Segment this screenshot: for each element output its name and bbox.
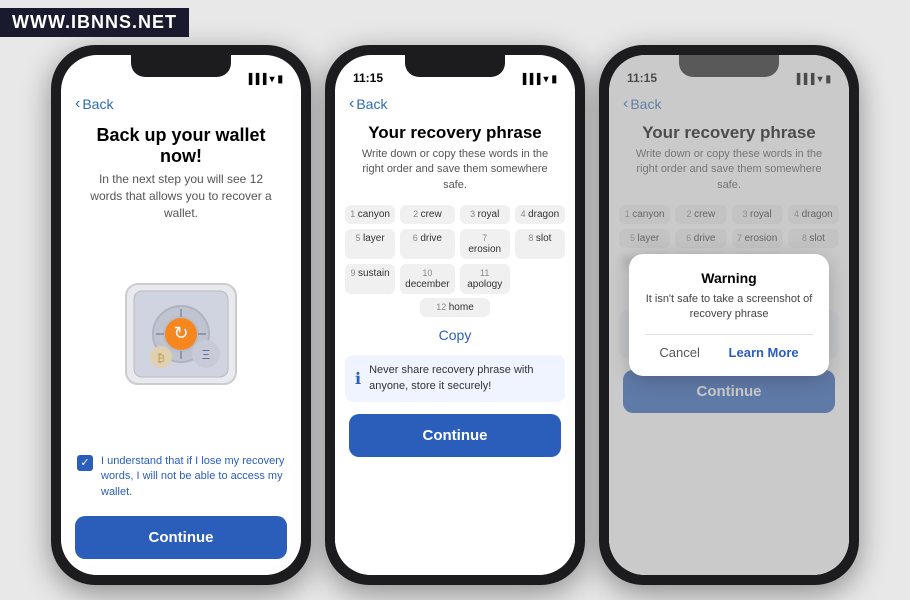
word-chip-5: 5 layer (345, 229, 395, 259)
wifi-icon: ▾ (269, 74, 274, 85)
back-label-2: Back (356, 96, 387, 112)
status-time-2: 11:15 (353, 71, 383, 85)
svg-text:Ξ: Ξ (202, 347, 210, 362)
modal-buttons: Cancel Learn More (645, 334, 813, 360)
svg-text:₿: ₿ (157, 353, 165, 365)
modal-cancel-button[interactable]: Cancel (659, 345, 699, 360)
phone-1-screen: ▐▐▐ ▾ ▮ ‹ Back Back up your wallet now! … (61, 55, 301, 575)
notch-1 (131, 55, 231, 77)
status-icons-1: ▐▐▐ ▾ ▮ (245, 74, 283, 85)
battery-icon: ▮ (277, 74, 283, 85)
word-chip-7: 7 erosion (460, 229, 510, 259)
back-button-2[interactable]: ‹ Back (335, 89, 575, 119)
screen-2-content: ‹ Back Your recovery phrase Write down o… (335, 89, 575, 575)
words-grid-2: 1 canyon 2 crew 3 royal 4 dragon 5 layer… (335, 201, 575, 298)
status-icons-2: ▐▐▐ ▾ ▮ (519, 74, 557, 85)
battery-icon-2: ▮ (551, 74, 557, 85)
word-chip-9: 9 sustain (345, 264, 395, 294)
word-chip-8: 8 slot (515, 229, 565, 259)
word-chip-11: 11 apology (460, 264, 510, 294)
signal-icon-2: ▐▐▐ (519, 74, 540, 85)
svg-text:↻: ↻ (173, 323, 188, 343)
word-chip-10: 10 december (400, 264, 454, 294)
phone-2-screen: 11:15 ▐▐▐ ▾ ▮ ‹ Back Your recovery phras… (335, 55, 575, 575)
word-chip-2: 2 crew (400, 205, 454, 224)
word-chip-1: 1 canyon (345, 205, 395, 224)
phone-3-screen: 11:15 ▐▐▐ ▾ ▮ ‹ Back Your recovery phras… (609, 55, 849, 575)
checkmark-icon: ✓ (80, 456, 89, 469)
continue-button-2[interactable]: Continue (349, 414, 561, 457)
checkbox[interactable]: ✓ (77, 455, 93, 471)
phone-2: 11:15 ▐▐▐ ▾ ▮ ‹ Back Your recovery phras… (325, 45, 585, 585)
screen-1-content: ‹ Back Back up your wallet now! In the n… (61, 89, 301, 575)
page-subtitle-1: In the next step you will see 12 words t… (61, 171, 301, 231)
warning-banner-2: ℹ Never share recovery phrase with anyon… (345, 355, 565, 402)
checkbox-text: I understand that if I lose my recovery … (101, 454, 285, 500)
word-chip-3: 3 royal (460, 205, 510, 224)
copy-button-2[interactable]: Copy (335, 319, 575, 351)
modal-overlay: Warning It isn't safe to take a screensh… (609, 55, 849, 575)
warning-icon-2: ℹ (355, 369, 361, 389)
watermark: WWW.IBNNS.NET (0, 8, 189, 37)
continue-button-1[interactable]: Continue (75, 516, 287, 559)
back-chevron-1: ‹ (75, 95, 80, 113)
signal-icon: ▐▐▐ (245, 74, 266, 85)
word-chip-12: 12 home (420, 298, 490, 317)
warning-text-2: Never share recovery phrase with anyone,… (369, 363, 555, 394)
safe-svg: ↻ Ξ ₿ (106, 269, 256, 409)
back-button-1[interactable]: ‹ Back (61, 89, 301, 119)
phones-container: ▐▐▐ ▾ ▮ ‹ Back Back up your wallet now! … (51, 15, 859, 585)
wallet-image: ↻ Ξ ₿ (61, 231, 301, 445)
page-title-1: Back up your wallet now! (61, 119, 301, 171)
modal-learn-button[interactable]: Learn More (729, 345, 799, 360)
phone-3: 11:15 ▐▐▐ ▾ ▮ ‹ Back Your recovery phras… (599, 45, 859, 585)
recovery-subtitle-2: Write down or copy these words in the ri… (335, 147, 575, 201)
phone-1: ▐▐▐ ▾ ▮ ‹ Back Back up your wallet now! … (51, 45, 311, 585)
word-chip-4: 4 dragon (515, 205, 565, 224)
warning-modal: Warning It isn't safe to take a screensh… (629, 254, 829, 377)
modal-title: Warning (645, 270, 813, 286)
wifi-icon-2: ▾ (543, 74, 548, 85)
word-chip-6: 6 drive (400, 229, 454, 259)
back-chevron-2: ‹ (349, 95, 354, 113)
notch-2 (405, 55, 505, 77)
checkbox-row[interactable]: ✓ I understand that if I lose my recover… (61, 446, 301, 508)
modal-message: It isn't safe to take a screenshot of re… (645, 292, 813, 323)
recovery-title-2: Your recovery phrase (335, 119, 575, 147)
back-label-1: Back (82, 96, 113, 112)
